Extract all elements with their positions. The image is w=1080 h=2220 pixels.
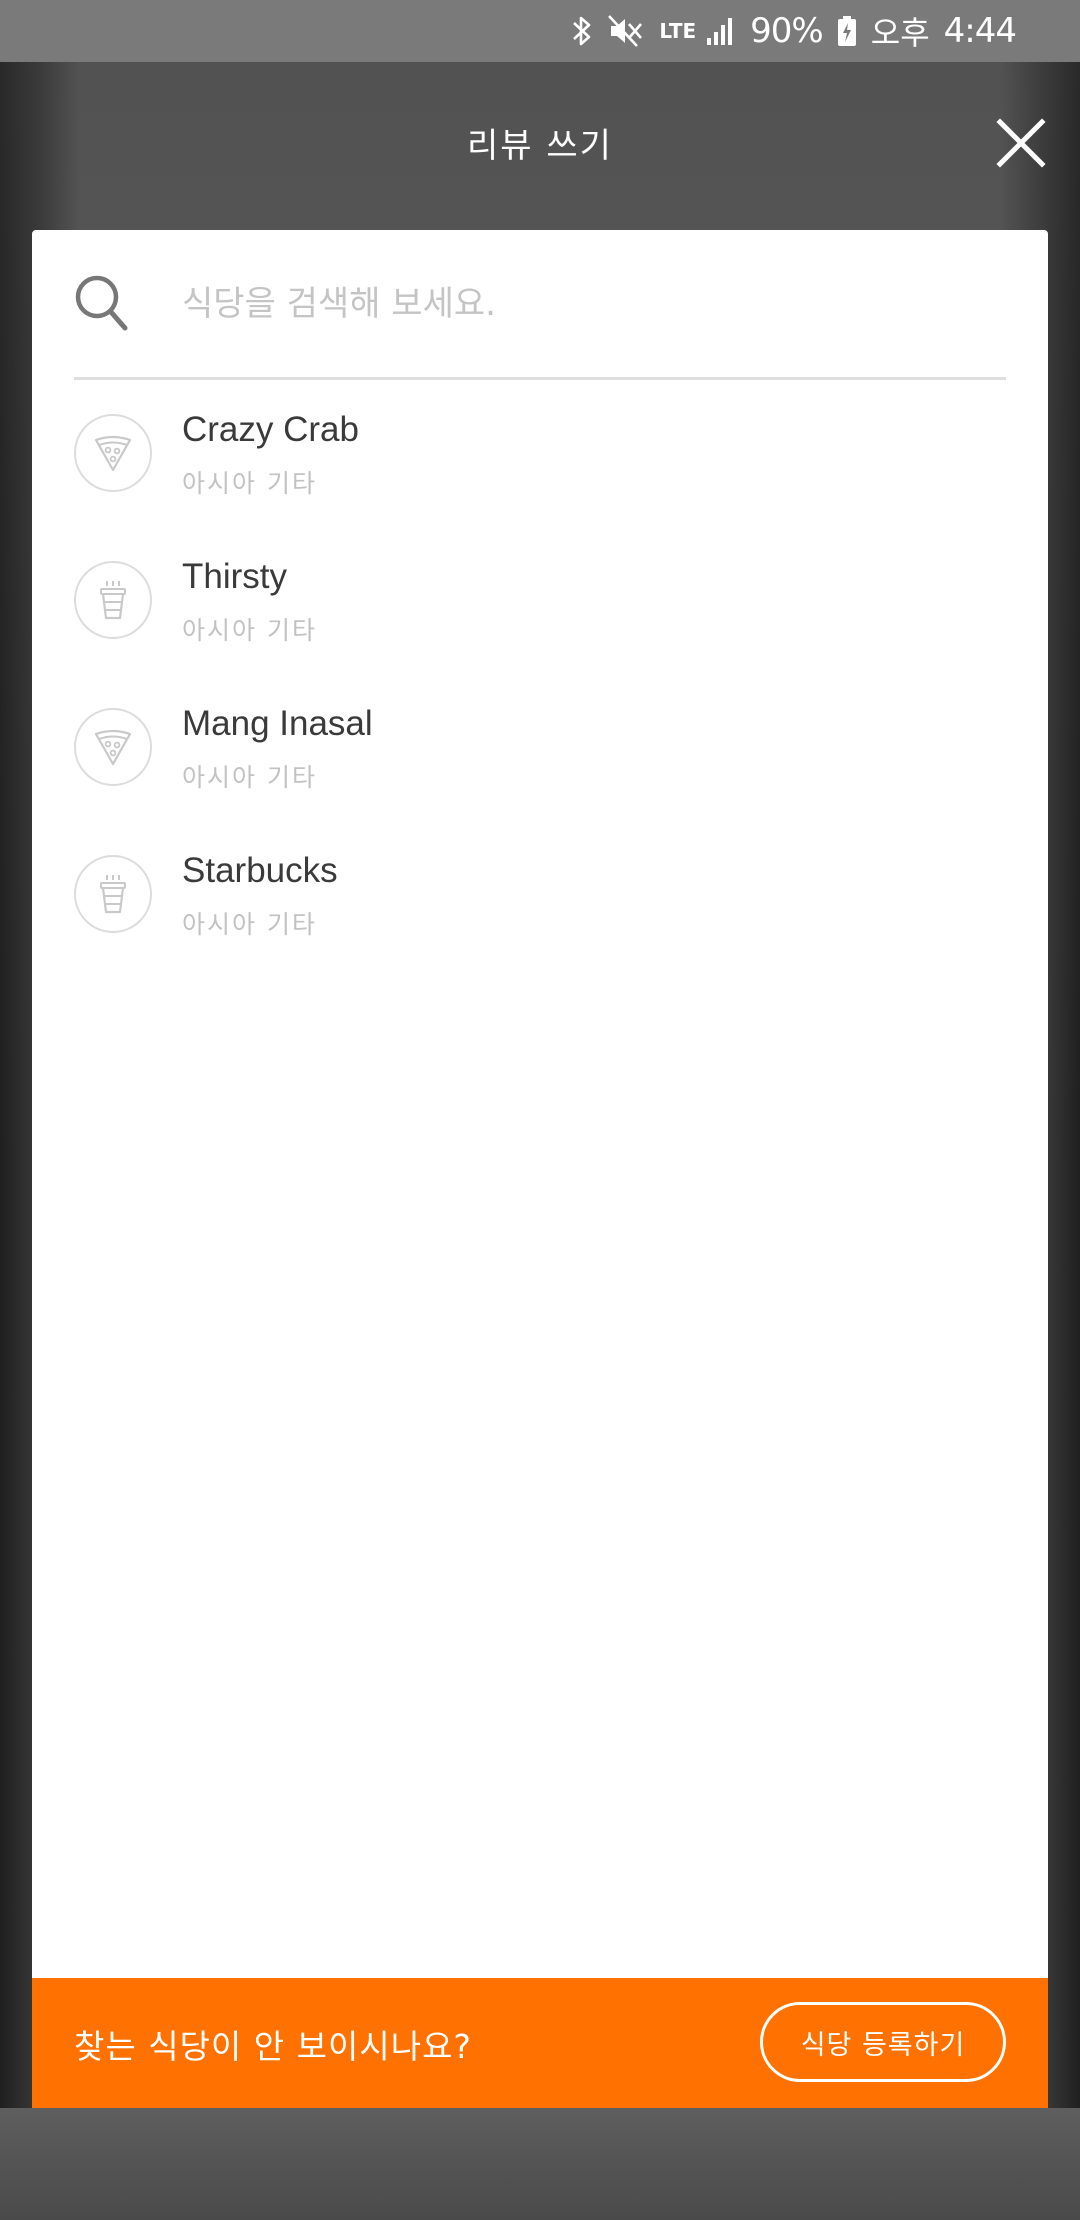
lte-icon: LTE: [659, 19, 697, 43]
battery-percent: 90%: [750, 11, 824, 51]
search-icon[interactable]: [74, 274, 130, 334]
restaurant-category: 아시아 기타: [182, 910, 317, 939]
clock: 4:44: [943, 11, 1017, 51]
page-title: 리뷰 쓰기: [467, 126, 613, 166]
search-input[interactable]: [182, 272, 982, 336]
close-icon: [996, 118, 1046, 168]
restaurant-list: Crazy Crab 아시아 기타 Thirsty 아시아 기타 Mang In…: [32, 380, 1048, 968]
list-item[interactable]: Starbucks 아시아 기타: [32, 821, 1048, 968]
restaurant-category: 아시아 기타: [182, 763, 317, 792]
cup-icon: [74, 561, 152, 639]
restaurant-category: 아시아 기타: [182, 616, 317, 645]
restaurant-search-card: Crazy Crab 아시아 기타 Thirsty 아시아 기타: [32, 230, 1048, 2108]
register-restaurant-button[interactable]: 식당 등록하기: [760, 2002, 1006, 2082]
register-restaurant-banner: 찾는 식당이 안 보이시나요? 식당 등록하기: [32, 1978, 1048, 2108]
search-bar: [74, 230, 1006, 380]
signal-icon: [706, 16, 736, 46]
list-item[interactable]: Crazy Crab 아시아 기타: [32, 380, 1048, 527]
restaurant-category: 아시아 기타: [182, 469, 317, 498]
cup-icon: [74, 855, 152, 933]
restaurant-name: Crazy Crab: [182, 410, 359, 449]
ampm-label: 오후: [870, 14, 930, 52]
list-item[interactable]: Thirsty 아시아 기타: [32, 527, 1048, 674]
restaurant-name: Thirsty: [182, 557, 287, 596]
bluetooth-icon: [571, 14, 593, 48]
list-item[interactable]: Mang Inasal 아시아 기타: [32, 674, 1048, 821]
battery-charging-icon: [837, 15, 857, 47]
not-found-prompt: 찾는 식당이 안 보이시나요?: [74, 2027, 472, 2066]
pizza-icon: [74, 414, 152, 492]
status-bar: LTE 90% 오후 4:44: [0, 0, 1080, 62]
pizza-icon: [74, 708, 152, 786]
restaurant-name: Starbucks: [182, 851, 338, 890]
mute-icon: [607, 14, 645, 48]
close-button[interactable]: [990, 112, 1052, 174]
background-bottom: [0, 2108, 1080, 2220]
restaurant-name: Mang Inasal: [182, 704, 373, 743]
